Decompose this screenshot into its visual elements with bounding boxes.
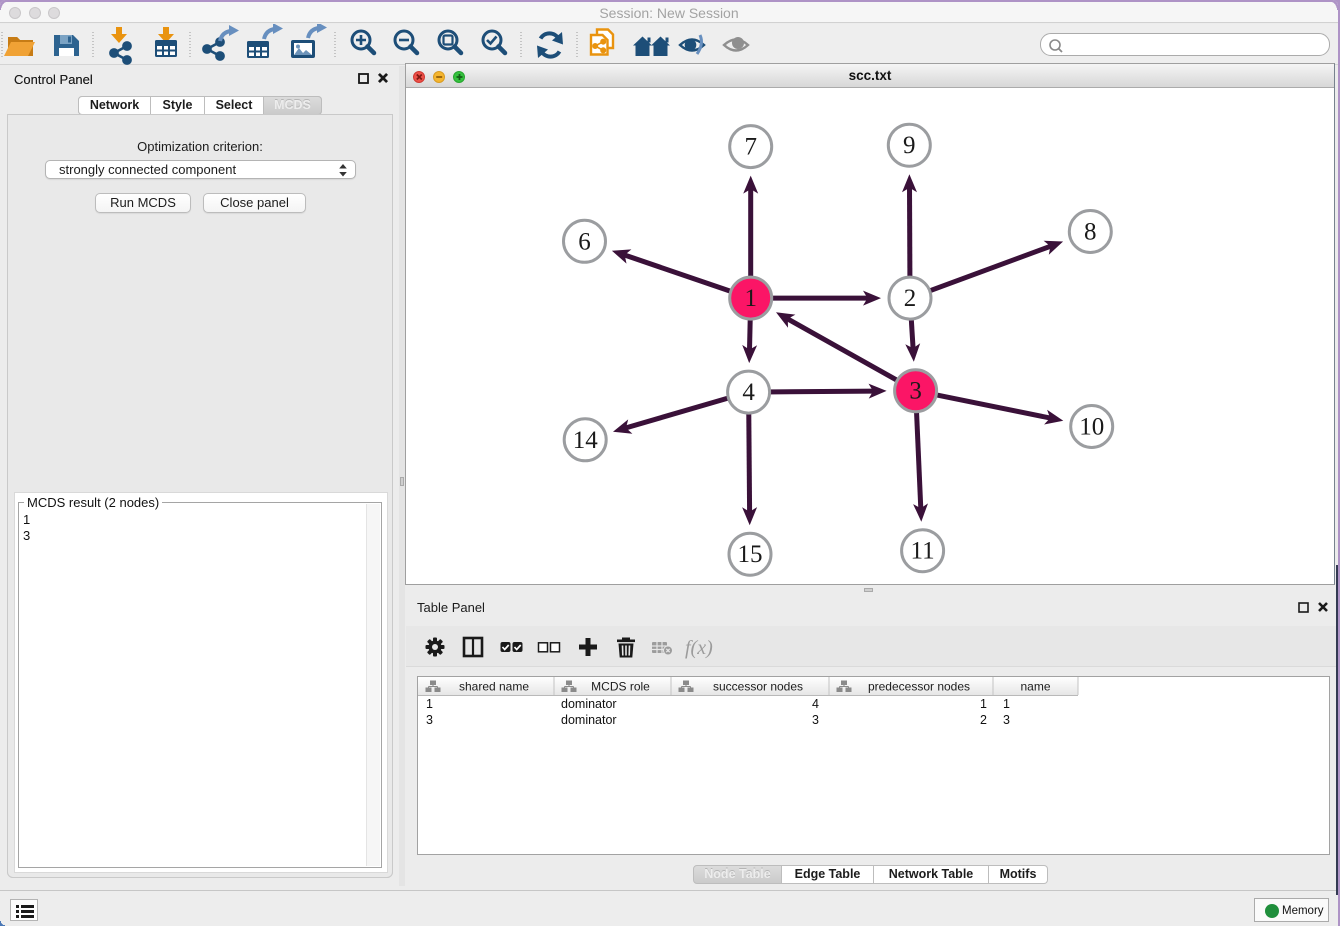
svg-text:11: 11 [911,538,935,565]
svg-text:10: 10 [1079,414,1104,441]
svg-text:9: 9 [903,132,916,159]
svg-text:dominator: dominator [561,713,617,727]
svg-text:3: 3 [1003,713,1010,727]
svg-text:8: 8 [1084,219,1097,246]
svg-text:dominator: dominator [561,697,617,711]
svg-text:1: 1 [1003,697,1010,711]
svg-text:6: 6 [578,228,591,255]
svg-text:shared name: shared name [459,680,529,694]
svg-text:2: 2 [980,713,987,727]
svg-text:MCDS role: MCDS role [591,680,650,694]
svg-text:7: 7 [744,134,757,161]
svg-text:3: 3 [812,713,819,727]
svg-text:3: 3 [909,378,922,405]
svg-text:1: 1 [980,697,987,711]
svg-text:1: 1 [744,285,757,312]
svg-text:name: name [1020,680,1050,694]
svg-text:2: 2 [904,285,917,312]
svg-text:15: 15 [738,541,763,568]
svg-text:3: 3 [426,713,433,727]
svg-text:1: 1 [426,697,433,711]
svg-text:predecessor nodes: predecessor nodes [868,680,970,694]
svg-text:f(x): f(x) [685,637,713,659]
svg-text:4: 4 [812,697,819,711]
svg-text:successor nodes: successor nodes [713,680,803,694]
svg-text:4: 4 [742,379,755,406]
svg-text:14: 14 [573,427,599,454]
